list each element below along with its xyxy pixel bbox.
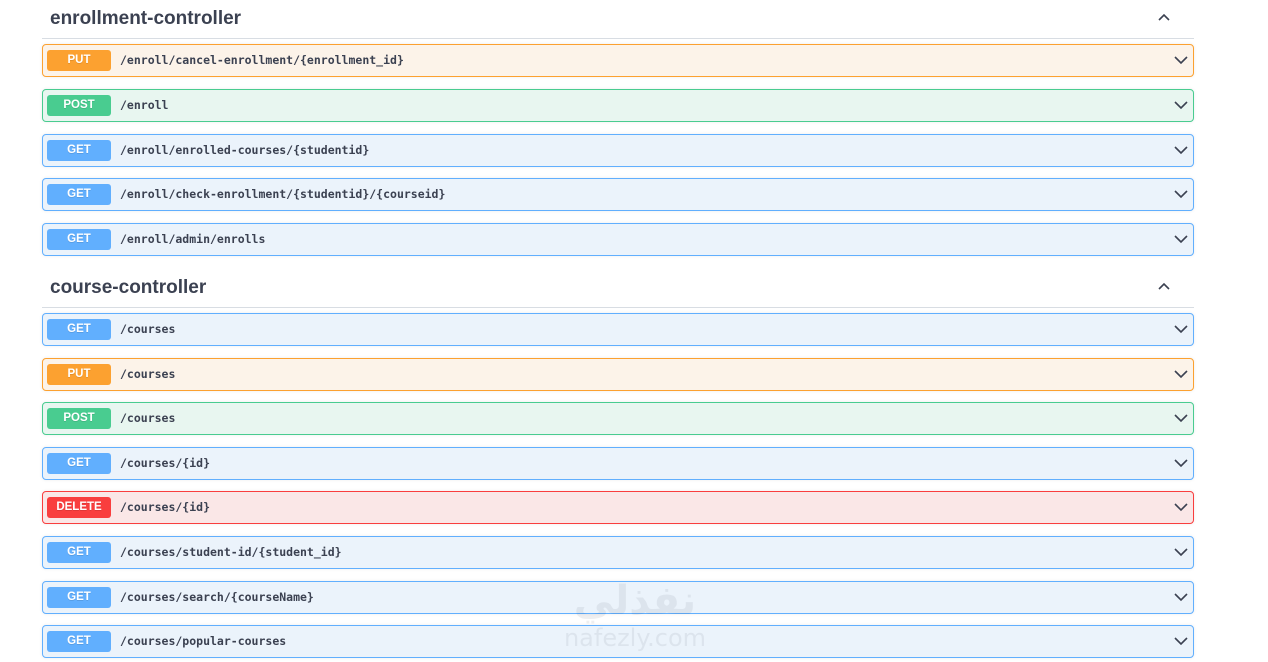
operation-path: /enroll/cancel-enrollment/{enrollment_id… [120,53,404,67]
method-badge: GET [47,542,111,563]
chevron-down-icon[interactable] [1173,54,1189,66]
chevron-down-icon[interactable] [1173,144,1189,156]
operation-get-popular-courses[interactable]: GET /courses/popular-courses [42,625,1194,658]
method-badge: GET [47,229,111,250]
operation-path: /courses/popular-courses [120,634,287,648]
chevron-up-icon[interactable] [1157,10,1171,24]
method-badge: GET [47,184,111,205]
operation-path: /courses/{id} [120,500,211,514]
chevron-down-icon[interactable] [1173,233,1189,245]
method-badge: PUT [47,50,111,71]
operation-get-courses[interactable]: GET /courses [42,313,1194,346]
operation-path: /courses/{id} [120,456,211,470]
chevron-down-icon[interactable] [1173,591,1189,603]
chevron-down-icon[interactable] [1173,188,1189,200]
operation-get-course-by-id[interactable]: GET /courses/{id} [42,447,1194,480]
method-badge: DELETE [47,497,111,518]
chevron-down-icon[interactable] [1173,323,1189,335]
operation-get-check-enrollment[interactable]: GET /enroll/check-enrollment/{studentid}… [42,178,1194,211]
operation-path: /courses [120,367,176,381]
method-badge: GET [47,319,111,340]
chevron-down-icon[interactable] [1173,501,1189,513]
chevron-down-icon[interactable] [1173,546,1189,558]
operation-path: /enroll/enrolled-courses/{studentid} [120,143,370,157]
chevron-down-icon[interactable] [1173,368,1189,380]
operation-get-courses-search[interactable]: GET /courses/search/{courseName} [42,581,1194,614]
method-badge: POST [47,408,111,429]
chevron-up-icon[interactable] [1157,279,1171,293]
operation-get-courses-by-student[interactable]: GET /courses/student-id/{student_id} [42,536,1194,569]
operation-path: /courses/search/{courseName} [120,590,314,604]
method-badge: GET [47,587,111,608]
method-badge: GET [47,631,111,652]
operation-post-enroll[interactable]: POST /enroll [42,89,1194,122]
method-badge: GET [47,140,111,161]
section-title: course-controller [50,277,207,298]
method-badge: GET [47,453,111,474]
chevron-down-icon[interactable] [1173,635,1189,647]
section-header-course-controller[interactable]: course-controller [42,271,1194,308]
operation-get-enrolled-courses[interactable]: GET /enroll/enrolled-courses/{studentid} [42,134,1194,167]
operation-path: /enroll [120,98,169,112]
operation-put-cancel-enrollment[interactable]: PUT /enroll/cancel-enrollment/{enrollmen… [42,44,1194,77]
operation-post-courses[interactable]: POST /courses [42,402,1194,435]
method-badge: POST [47,95,111,116]
section-header-enrollment-controller[interactable]: enrollment-controller [42,2,1194,39]
chevron-down-icon[interactable] [1173,99,1189,111]
chevron-down-icon[interactable] [1173,412,1189,424]
operation-path: /enroll/admin/enrolls [120,232,266,246]
operation-delete-course-by-id[interactable]: DELETE /courses/{id} [42,491,1194,524]
chevron-down-icon[interactable] [1173,457,1189,469]
operation-path: /enroll/check-enrollment/{studentid}/{co… [120,187,446,201]
operation-get-admin-enrolls[interactable]: GET /enroll/admin/enrolls [42,223,1194,256]
section-title: enrollment-controller [50,8,242,29]
operation-put-courses[interactable]: PUT /courses [42,358,1194,391]
operation-path: /courses [120,411,176,425]
method-badge: PUT [47,364,111,385]
operation-path: /courses [120,322,176,336]
operation-path: /courses/student-id/{student_id} [120,545,342,559]
